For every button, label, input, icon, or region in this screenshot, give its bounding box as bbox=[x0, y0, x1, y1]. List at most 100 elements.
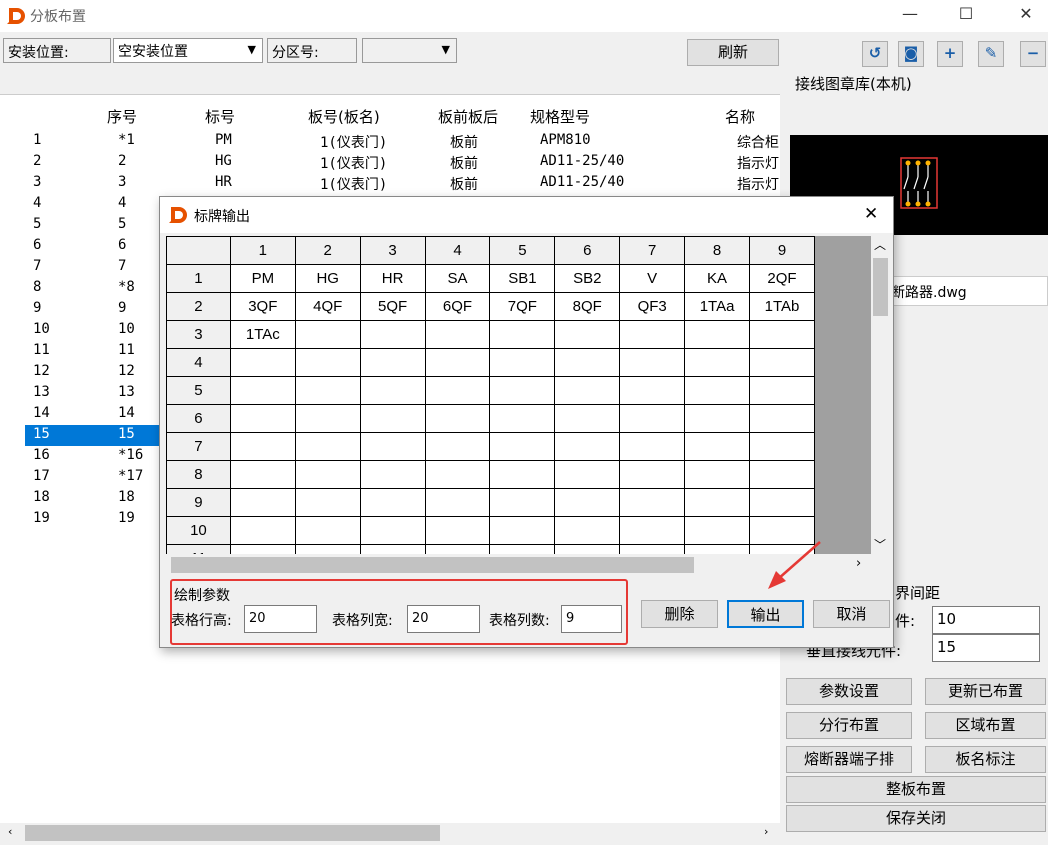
list-row[interactable]: 55 bbox=[25, 215, 159, 236]
grid-cell[interactable] bbox=[424, 432, 491, 461]
grid-cell[interactable] bbox=[749, 460, 815, 489]
grid-cell[interactable] bbox=[684, 488, 751, 517]
grid-cell[interactable] bbox=[619, 460, 686, 489]
maximize-button[interactable]: ☐ bbox=[946, 4, 986, 23]
grid-cell[interactable] bbox=[294, 404, 361, 433]
grid-column-header[interactable]: 6 bbox=[554, 236, 621, 265]
grid-cell[interactable] bbox=[684, 544, 751, 554]
grid-cell[interactable]: 7QF bbox=[489, 292, 556, 321]
grid-cell[interactable] bbox=[229, 348, 296, 377]
list-row[interactable]: 44 bbox=[25, 194, 159, 215]
grid-cell[interactable] bbox=[619, 348, 686, 377]
grid-cell[interactable] bbox=[359, 432, 426, 461]
install-location-select[interactable]: 空安装位置 ▼ bbox=[113, 38, 263, 63]
grid-cell[interactable] bbox=[229, 460, 296, 489]
grid-cell[interactable] bbox=[554, 376, 621, 405]
grid-cell[interactable]: SA bbox=[424, 264, 491, 293]
list-row-details[interactable]: HG 1(仪表门) 板前 AD11-25/40 指示灯 bbox=[0, 152, 780, 173]
list-row[interactable]: 18 18 bbox=[25, 488, 159, 509]
grid-cell[interactable] bbox=[749, 320, 815, 349]
grid-cell[interactable] bbox=[489, 320, 556, 349]
grid-cell[interactable] bbox=[619, 376, 686, 405]
grid-cell[interactable]: 1TAb bbox=[749, 292, 815, 321]
grid-row-header[interactable]: 10 bbox=[166, 516, 231, 545]
list-row[interactable]: 11 11 bbox=[25, 341, 159, 362]
grid-cell[interactable] bbox=[229, 404, 296, 433]
grid-column-header[interactable]: 9 bbox=[749, 236, 815, 265]
grid-cell[interactable] bbox=[489, 432, 556, 461]
grid-cell[interactable] bbox=[489, 488, 556, 517]
col-count-input[interactable]: 9 bbox=[561, 605, 622, 633]
grid-cell[interactable] bbox=[359, 348, 426, 377]
grid-cell[interactable] bbox=[359, 544, 426, 554]
grid-cell[interactable]: 8QF bbox=[554, 292, 621, 321]
grid-vertical-scrollbar[interactable]: ︿ ﹀ bbox=[871, 236, 890, 554]
grid-cell[interactable] bbox=[294, 516, 361, 545]
list-row[interactable]: 12 12 bbox=[25, 362, 159, 383]
grid-cell[interactable] bbox=[554, 432, 621, 461]
scrollbar-thumb[interactable] bbox=[171, 557, 694, 573]
grid-cell[interactable] bbox=[424, 404, 491, 433]
grid-cell[interactable] bbox=[554, 544, 621, 554]
vertical-spacing-input[interactable]: 15 bbox=[932, 634, 1040, 662]
grid-cell[interactable] bbox=[749, 404, 815, 433]
list-row[interactable]: 15 15 bbox=[25, 425, 159, 446]
grid-cell[interactable] bbox=[619, 404, 686, 433]
grid-cell[interactable]: HR bbox=[359, 264, 426, 293]
grid-cell[interactable] bbox=[619, 544, 686, 554]
param-settings-button[interactable]: 参数设置 bbox=[786, 678, 912, 705]
col-width-input[interactable]: 20 bbox=[407, 605, 480, 633]
grid-cell[interactable] bbox=[294, 376, 361, 405]
grid-column-header[interactable]: 8 bbox=[684, 236, 751, 265]
delete-button[interactable]: 删除 bbox=[641, 600, 718, 628]
grid-cell[interactable] bbox=[424, 516, 491, 545]
grid-cell[interactable] bbox=[359, 320, 426, 349]
scrollbar-thumb[interactable] bbox=[25, 825, 440, 841]
grid-cell[interactable]: 6QF bbox=[424, 292, 491, 321]
grid-row-header[interactable]: 5 bbox=[166, 376, 231, 405]
grid-cell[interactable] bbox=[489, 404, 556, 433]
remove-icon[interactable]: − bbox=[1020, 41, 1046, 67]
grid-cell[interactable] bbox=[554, 460, 621, 489]
list-row[interactable]: 99 bbox=[25, 299, 159, 320]
grid-cell[interactable]: 1TAc bbox=[229, 320, 296, 349]
grid-cell[interactable]: SB1 bbox=[489, 264, 556, 293]
row-layout-button[interactable]: 分行布置 bbox=[786, 712, 912, 739]
grid-cell[interactable] bbox=[294, 320, 361, 349]
grid-row-header[interactable]: 9 bbox=[166, 488, 231, 517]
list-row[interactable]: 14 14 bbox=[25, 404, 159, 425]
list-row-details[interactable]: PM 1(仪表门) 板前 APM810 综合柜 bbox=[0, 131, 780, 152]
list-row[interactable]: 17 *17 bbox=[25, 467, 159, 488]
grid-row-header[interactable]: 2 bbox=[166, 292, 231, 321]
grid-cell[interactable] bbox=[619, 320, 686, 349]
label-grid[interactable]: 1 2 3 4 5 6 7 8 9 1 PM HG HR SA SB1 SB2 V KA 2QF 2 3QF 4QF 5QF… bbox=[166, 236, 815, 554]
grid-cell[interactable] bbox=[684, 460, 751, 489]
list-row[interactable]: 13 13 bbox=[25, 383, 159, 404]
whole-board-layout-button[interactable]: 整板布置 bbox=[786, 776, 1046, 803]
grid-cell[interactable] bbox=[684, 376, 751, 405]
grid-cell[interactable]: 1TAa bbox=[684, 292, 751, 321]
grid-cell[interactable] bbox=[424, 460, 491, 489]
grid-cell[interactable] bbox=[619, 516, 686, 545]
cancel-button[interactable]: 取消 bbox=[813, 600, 890, 628]
grid-column-header[interactable]: 3 bbox=[359, 236, 426, 265]
grid-cell[interactable]: 4QF bbox=[294, 292, 361, 321]
grid-cell[interactable]: 2QF bbox=[749, 264, 815, 293]
scroll-up-icon[interactable]: ︿ bbox=[874, 236, 886, 253]
list-row[interactable]: 66 bbox=[25, 236, 159, 257]
grid-cell[interactable] bbox=[294, 544, 361, 554]
grid-cell[interactable] bbox=[229, 432, 296, 461]
scrollbar-thumb[interactable] bbox=[873, 258, 888, 316]
close-button[interactable]: ✕ bbox=[1006, 4, 1046, 23]
grid-cell[interactable]: KA bbox=[684, 264, 751, 293]
grid-cell[interactable] bbox=[554, 348, 621, 377]
grid-column-header[interactable]: 2 bbox=[294, 236, 361, 265]
grid-cell[interactable] bbox=[684, 404, 751, 433]
grid-cell[interactable] bbox=[359, 376, 426, 405]
refresh-icon[interactable]: ↺ bbox=[862, 41, 888, 67]
grid-cell[interactable] bbox=[359, 516, 426, 545]
grid-cell[interactable]: HG bbox=[294, 264, 361, 293]
grid-cell[interactable] bbox=[619, 488, 686, 517]
board-name-button[interactable]: 板名标注 bbox=[925, 746, 1046, 773]
grid-cell[interactable]: 3QF bbox=[229, 292, 296, 321]
